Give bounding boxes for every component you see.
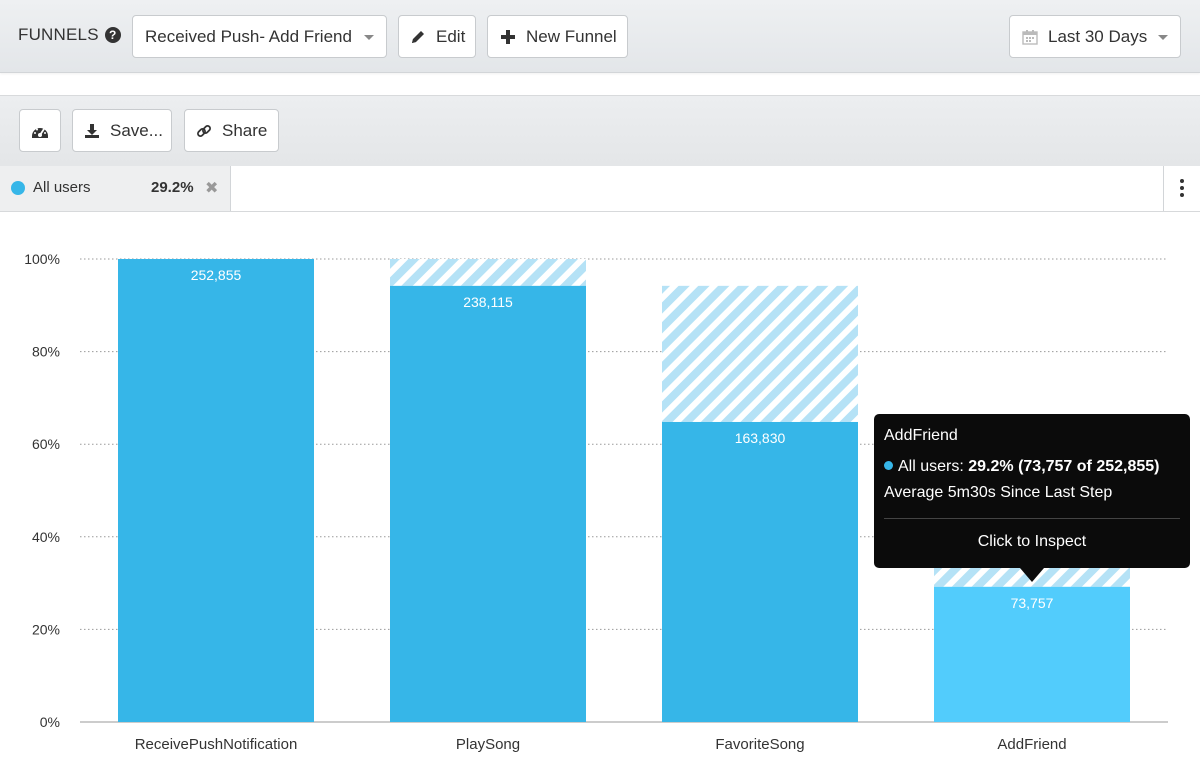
download-icon — [85, 123, 99, 138]
x-tick-label: ReceivePushNotification — [135, 736, 298, 753]
bar-data-label: 73,757 — [1011, 595, 1054, 611]
tooltip-series-line: All users: 29.2% (73,757 of 252,855) — [884, 458, 1159, 476]
tooltip-average: Average 5m30s Since Last Step — [884, 484, 1113, 501]
segment-conversion: 29.2% — [151, 179, 194, 196]
share-button[interactable]: Share — [184, 109, 279, 152]
x-tick-label: FavoriteSong — [715, 736, 804, 753]
link-icon — [197, 124, 211, 137]
tooltip-divider — [884, 518, 1180, 519]
help-icon[interactable]: ? — [104, 27, 121, 43]
bar-data-label: 163,830 — [735, 430, 786, 446]
dashboard-button[interactable] — [19, 109, 61, 152]
page-title-text: FUNNELS — [18, 25, 99, 44]
y-tick-label: 60% — [32, 436, 60, 452]
funnel-select-value: Received Push- Add Friend — [145, 26, 352, 46]
pencil-icon — [412, 30, 424, 43]
calendar-icon — [1022, 29, 1038, 45]
segment-tab-all-users[interactable]: All users 29.2% ✖ — [0, 166, 231, 211]
tooltip-series-label: All users: — [898, 458, 964, 475]
plus-icon — [501, 29, 515, 44]
edit-button[interactable]: Edit — [398, 15, 476, 58]
chart-toolbar: Save... Share — [0, 95, 1200, 167]
chart-tooltip[interactable]: AddFriend All users: 29.2% (73,757 of 25… — [874, 414, 1190, 582]
save-button[interactable]: Save... — [72, 109, 172, 152]
more-options-icon[interactable] — [1163, 166, 1200, 211]
save-button-label: Save... — [110, 120, 163, 140]
bar-data-label: 238,115 — [463, 294, 513, 310]
share-button-label: Share — [222, 120, 268, 140]
funnel-select[interactable]: Received Push- Add Friend — [132, 15, 387, 58]
y-tick-label: 40% — [32, 529, 60, 545]
y-tick-label: 0% — [40, 714, 60, 730]
y-tick-label: 80% — [32, 344, 60, 360]
page-title: FUNNELS ? — [18, 25, 121, 45]
top-bar: FUNNELS ? Received Push- Add Friend Edit… — [0, 0, 1200, 73]
bar — [662, 421, 858, 722]
dashboard-gauge-icon — [32, 127, 48, 138]
tooltip-inspect-link[interactable]: Click to Inspect — [874, 533, 1190, 551]
segment-bar: All users 29.2% ✖ — [0, 166, 1200, 212]
segment-color-dot — [11, 181, 25, 195]
y-tick-label: 20% — [32, 621, 60, 637]
chevron-down-icon — [1158, 35, 1168, 40]
segment-name: All users — [33, 179, 91, 196]
x-tick-label: AddFriend — [997, 736, 1066, 753]
date-range-select[interactable]: Last 30 Days — [1009, 15, 1181, 58]
edit-button-label: Edit — [436, 26, 466, 46]
chevron-down-icon — [364, 35, 374, 40]
x-tick-label: PlaySong — [456, 736, 520, 753]
tooltip-series-value: 29.2% (73,757 of 252,855) — [968, 458, 1160, 475]
dropoff-bar — [662, 285, 858, 422]
bar — [390, 285, 586, 722]
bar-data-label: 252,855 — [191, 267, 242, 283]
date-range-value: Last 30 Days — [1048, 26, 1148, 46]
y-tick-label: 100% — [24, 251, 60, 267]
tooltip-title: AddFriend — [884, 427, 958, 444]
new-funnel-label: New Funnel — [526, 26, 617, 46]
bar — [118, 259, 314, 722]
close-icon[interactable]: ✖ — [205, 178, 218, 198]
dropoff-bar — [390, 259, 586, 286]
new-funnel-button[interactable]: New Funnel — [487, 15, 628, 58]
series-dot — [884, 461, 893, 470]
